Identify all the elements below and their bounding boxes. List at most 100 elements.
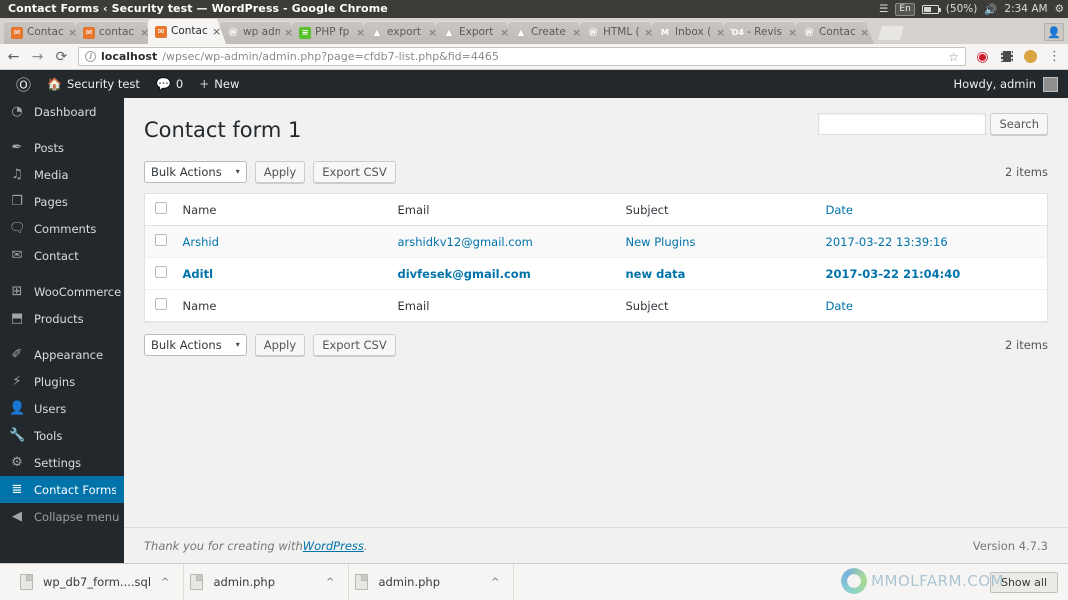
download-item[interactable]: admin.php^ [184, 564, 349, 600]
sidebar-item-users[interactable]: 👤Users [0, 395, 124, 422]
export-csv-button-bottom[interactable]: Export CSV [313, 334, 396, 356]
column-header-date[interactable]: Date [816, 194, 1048, 226]
sidebar-item-label: Appearance [34, 348, 103, 362]
search-input[interactable] [818, 113, 986, 135]
column-header-name[interactable]: Name [173, 194, 388, 226]
name-link[interactable]: Aditl [183, 267, 214, 281]
sidebar-item-comments[interactable]: 🗨Comments [0, 215, 124, 242]
date-link[interactable]: 2017-03-22 13:39:16 [826, 235, 948, 249]
bulk-actions-select-bottom[interactable]: Bulk Actions ▾ [144, 334, 247, 356]
browser-tab[interactable]: ▲Export× [436, 21, 514, 44]
volume-icon[interactable]: 🔊 [984, 3, 997, 16]
column-footer-name[interactable]: Name [173, 290, 388, 322]
profile-button[interactable]: 👤 [1044, 23, 1064, 41]
gear-icon[interactable]: ⚙ [1055, 3, 1064, 15]
date-link[interactable]: 2017-03-22 21:04:40 [826, 267, 961, 281]
new-tab-button[interactable] [878, 26, 904, 40]
browser-tab[interactable]: MInbox (× [652, 21, 730, 44]
back-button[interactable]: ← [6, 50, 21, 64]
sidebar-item-contact[interactable]: ✉Contact [0, 242, 124, 269]
browser-tab[interactable]: ≡PHP fp× [292, 21, 370, 44]
download-item[interactable]: admin.php^ [349, 564, 514, 600]
bulk-actions-select-top[interactable]: Bulk Actions ▾ [144, 161, 247, 183]
keyboard-layout-indicator[interactable]: En [895, 3, 914, 16]
gmail-icon: M [659, 27, 671, 39]
sidebar-item-tools[interactable]: 🔧Tools [0, 422, 124, 449]
browser-tab[interactable]: ✉contac× [76, 21, 154, 44]
opera-icon[interactable]: ◉ [975, 49, 990, 64]
browser-tab[interactable]: ▲export× [364, 21, 442, 44]
sidebar-item-settings[interactable]: ⚙Settings [0, 449, 124, 476]
sidebar-item-posts[interactable]: ✒Posts [0, 134, 124, 161]
tab-title: wp adm [243, 27, 280, 38]
browser-menu-button[interactable]: ⋮ [1047, 49, 1062, 64]
browser-tab[interactable]: ⓌContac× [796, 21, 874, 44]
chevron-up-icon[interactable]: ^ [491, 577, 499, 588]
site-info-icon[interactable]: i [85, 51, 96, 62]
sidebar-item-woocommerce[interactable]: ⊞WooCommerce [0, 278, 124, 305]
browser-tab[interactable]: ▲Create× [508, 21, 586, 44]
sidebar-item-pages[interactable]: ❐Pages [0, 188, 124, 215]
forward-button[interactable]: → [30, 50, 45, 64]
browser-tab[interactable]: Ὄ4- Revis× [724, 21, 802, 44]
email-link[interactable]: arshidkv12@gmail.com [398, 235, 533, 249]
sidebar-item-media[interactable]: ♫Media [0, 161, 124, 188]
select-all-checkbox-bottom[interactable] [155, 298, 167, 310]
table-foot: Name Email Subject Date [145, 290, 1048, 322]
subject-link[interactable]: new data [626, 267, 686, 281]
site-name: Security test [67, 77, 140, 91]
battery-icon[interactable] [922, 5, 939, 14]
wordpress-link[interactable]: WordPress [303, 539, 364, 553]
box-icon: ⬒ [9, 312, 25, 325]
column-header-subject[interactable]: Subject [616, 194, 816, 226]
new-content-menu[interactable]: + New [191, 70, 247, 98]
apply-button-top[interactable]: Apply [255, 161, 305, 183]
window-title: Contact Forms ‹ Security test — WordPres… [8, 0, 388, 18]
new-label: New [214, 77, 239, 91]
film-icon[interactable] [999, 49, 1014, 64]
sidebar-item-collapse-menu[interactable]: ◀Collapse menu [0, 503, 124, 530]
chevron-up-icon[interactable]: ^ [326, 577, 334, 588]
close-icon[interactable]: × [860, 27, 870, 38]
search-button[interactable]: Search [990, 113, 1048, 135]
export-csv-button-top[interactable]: Export CSV [313, 161, 396, 183]
subject-link[interactable]: New Plugins [626, 235, 696, 249]
sidebar-item-appearance[interactable]: ✐Appearance [0, 341, 124, 368]
row-checkbox[interactable] [155, 234, 167, 246]
wp-logo-menu[interactable]: Ⓞ [8, 70, 39, 98]
address-bar[interactable]: i localhost/wpsec/wp-admin/admin.php?pag… [78, 47, 966, 66]
table-row[interactable]: Arshid arshidkv12@gmail.com New Plugins 201… [145, 226, 1048, 258]
column-header-email[interactable]: Email [388, 194, 616, 226]
browser-tab[interactable]: ⓌHTML (× [580, 21, 658, 44]
chevron-up-icon[interactable]: ^ [161, 577, 169, 588]
cookie-icon[interactable] [1023, 49, 1038, 64]
name-link[interactable]: Arshid [183, 235, 219, 249]
sidebar-item-dashboard[interactable]: ◔Dashboard [0, 98, 124, 125]
show-all-downloads-button[interactable]: Show all [990, 572, 1058, 593]
email-link[interactable]: divfesek@gmail.com [398, 267, 531, 281]
wifi-icon[interactable]: ☰ [879, 3, 888, 15]
row-checkbox[interactable] [155, 266, 167, 278]
bookmark-star-icon[interactable]: ☆ [948, 50, 959, 64]
table-row[interactable]: Aditl divfesek@gmail.com new data 2017-03-2… [145, 258, 1048, 290]
account-menu[interactable]: Howdy, admin [953, 77, 1060, 92]
sidebar-item-label: Products [34, 312, 84, 326]
sidebar-item-products[interactable]: ⬒ Products [0, 305, 124, 332]
select-all-checkbox-top[interactable] [155, 202, 167, 214]
column-footer-subject[interactable]: Subject [616, 290, 816, 322]
browser-tab[interactable]: ✉Contac× [148, 19, 226, 44]
browser-tab[interactable]: ✉Contac× [4, 21, 82, 44]
apply-button-bottom[interactable]: Apply [255, 334, 305, 356]
browser-tab[interactable]: Ⓦwp adm× [220, 21, 298, 44]
clock[interactable]: 2:34 AM [1004, 3, 1047, 15]
comments-menu[interactable]: 💬 0 [148, 70, 191, 98]
sidebar-item-contact-forms[interactable]: ≣Contact Forms [0, 476, 124, 503]
column-footer-email[interactable]: Email [388, 290, 616, 322]
download-item[interactable]: wp_db7_form....sql^ [14, 564, 184, 600]
sidebar-item-plugins[interactable]: ⚡Plugins [0, 368, 124, 395]
site-name-menu[interactable]: 🏠 Security test [39, 70, 148, 98]
tab-title: - Revis [747, 27, 784, 38]
reload-button[interactable]: ⟳ [54, 50, 69, 64]
column-footer-date[interactable]: Date [816, 290, 1048, 322]
tab-title: Contac [27, 27, 64, 38]
